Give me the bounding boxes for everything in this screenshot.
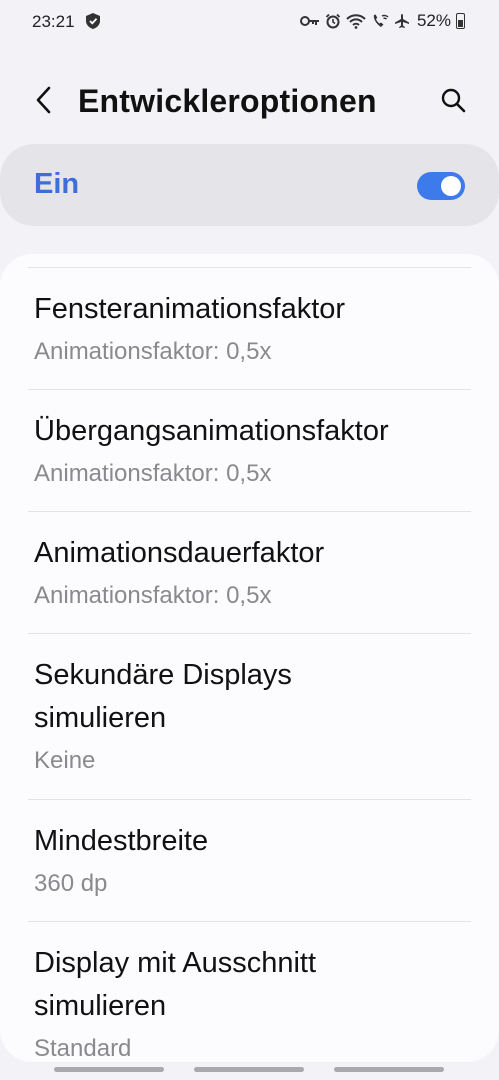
setting-title: Sekundäre Displays simulieren — [34, 659, 292, 734]
setting-simulate-display-cutout[interactable]: Display mit Ausschnitt simulieren Standa… — [0, 922, 499, 1062]
setting-subtitle: Animationsfaktor: 0,5x — [34, 582, 272, 609]
setting-title: Fensteranimationsfaktor — [34, 293, 346, 325]
battery-icon — [456, 13, 465, 29]
battery-percent: 52% — [416, 11, 451, 30]
back-button[interactable] — [26, 82, 60, 122]
status-icons: 52% — [299, 11, 465, 31]
shield-icon — [84, 12, 102, 30]
developer-options-toggle[interactable] — [417, 172, 465, 200]
wifi-call-icon — [371, 13, 389, 29]
setting-subtitle: Standard — [34, 1035, 132, 1062]
key-icon — [299, 14, 320, 28]
nav-home-button[interactable] — [194, 1067, 304, 1072]
nav-recents-button[interactable] — [54, 1067, 164, 1072]
master-switch-label: Ein — [34, 168, 80, 200]
setting-title: Übergangsanimationsfaktor — [34, 415, 389, 447]
setting-title: Animationsdauerfaktor — [34, 537, 325, 569]
master-switch-row[interactable]: Ein — [0, 144, 499, 226]
airplane-icon — [394, 13, 410, 29]
page-title: Entwickleroptionen — [78, 83, 377, 119]
setting-animator-duration-scale[interactable]: Animationsdauerfaktor Animationsfaktor: … — [0, 512, 499, 633]
setting-title: Display mit Ausschnitt simulieren — [34, 947, 317, 1022]
setting-smallest-width[interactable]: Mindestbreite 360 dp — [0, 800, 499, 921]
chevron-left-icon — [35, 86, 51, 119]
setting-title: Mindestbreite — [34, 825, 209, 857]
setting-subtitle: Animationsfaktor: 0,5x — [34, 338, 272, 365]
setting-subtitle: Animationsfaktor: 0,5x — [34, 460, 272, 487]
setting-subtitle: Keine — [34, 747, 96, 774]
status-time: 23:21 — [32, 12, 75, 31]
setting-simulate-secondary-displays[interactable]: Sekundäre Displays simulieren Keine — [0, 634, 499, 799]
search-icon — [440, 87, 466, 118]
settings-list: Fensteranimationsfaktor Animationsfaktor… — [0, 254, 499, 1062]
status-bar: 23:21 52% — [0, 0, 499, 44]
setting-transition-animation-scale[interactable]: Übergangsanimationsfaktor Animationsfakt… — [0, 390, 499, 511]
alarm-icon — [325, 13, 341, 29]
app-header: Entwickleroptionen — [0, 72, 499, 132]
setting-subtitle: 360 dp — [34, 870, 108, 897]
nav-back-button[interactable] — [334, 1067, 444, 1072]
wifi-icon — [346, 13, 366, 29]
setting-window-animation-scale[interactable]: Fensteranimationsfaktor Animationsfaktor… — [0, 268, 499, 389]
toggle-knob — [441, 176, 461, 196]
navigation-bar — [0, 1062, 499, 1080]
search-button[interactable] — [435, 84, 471, 120]
